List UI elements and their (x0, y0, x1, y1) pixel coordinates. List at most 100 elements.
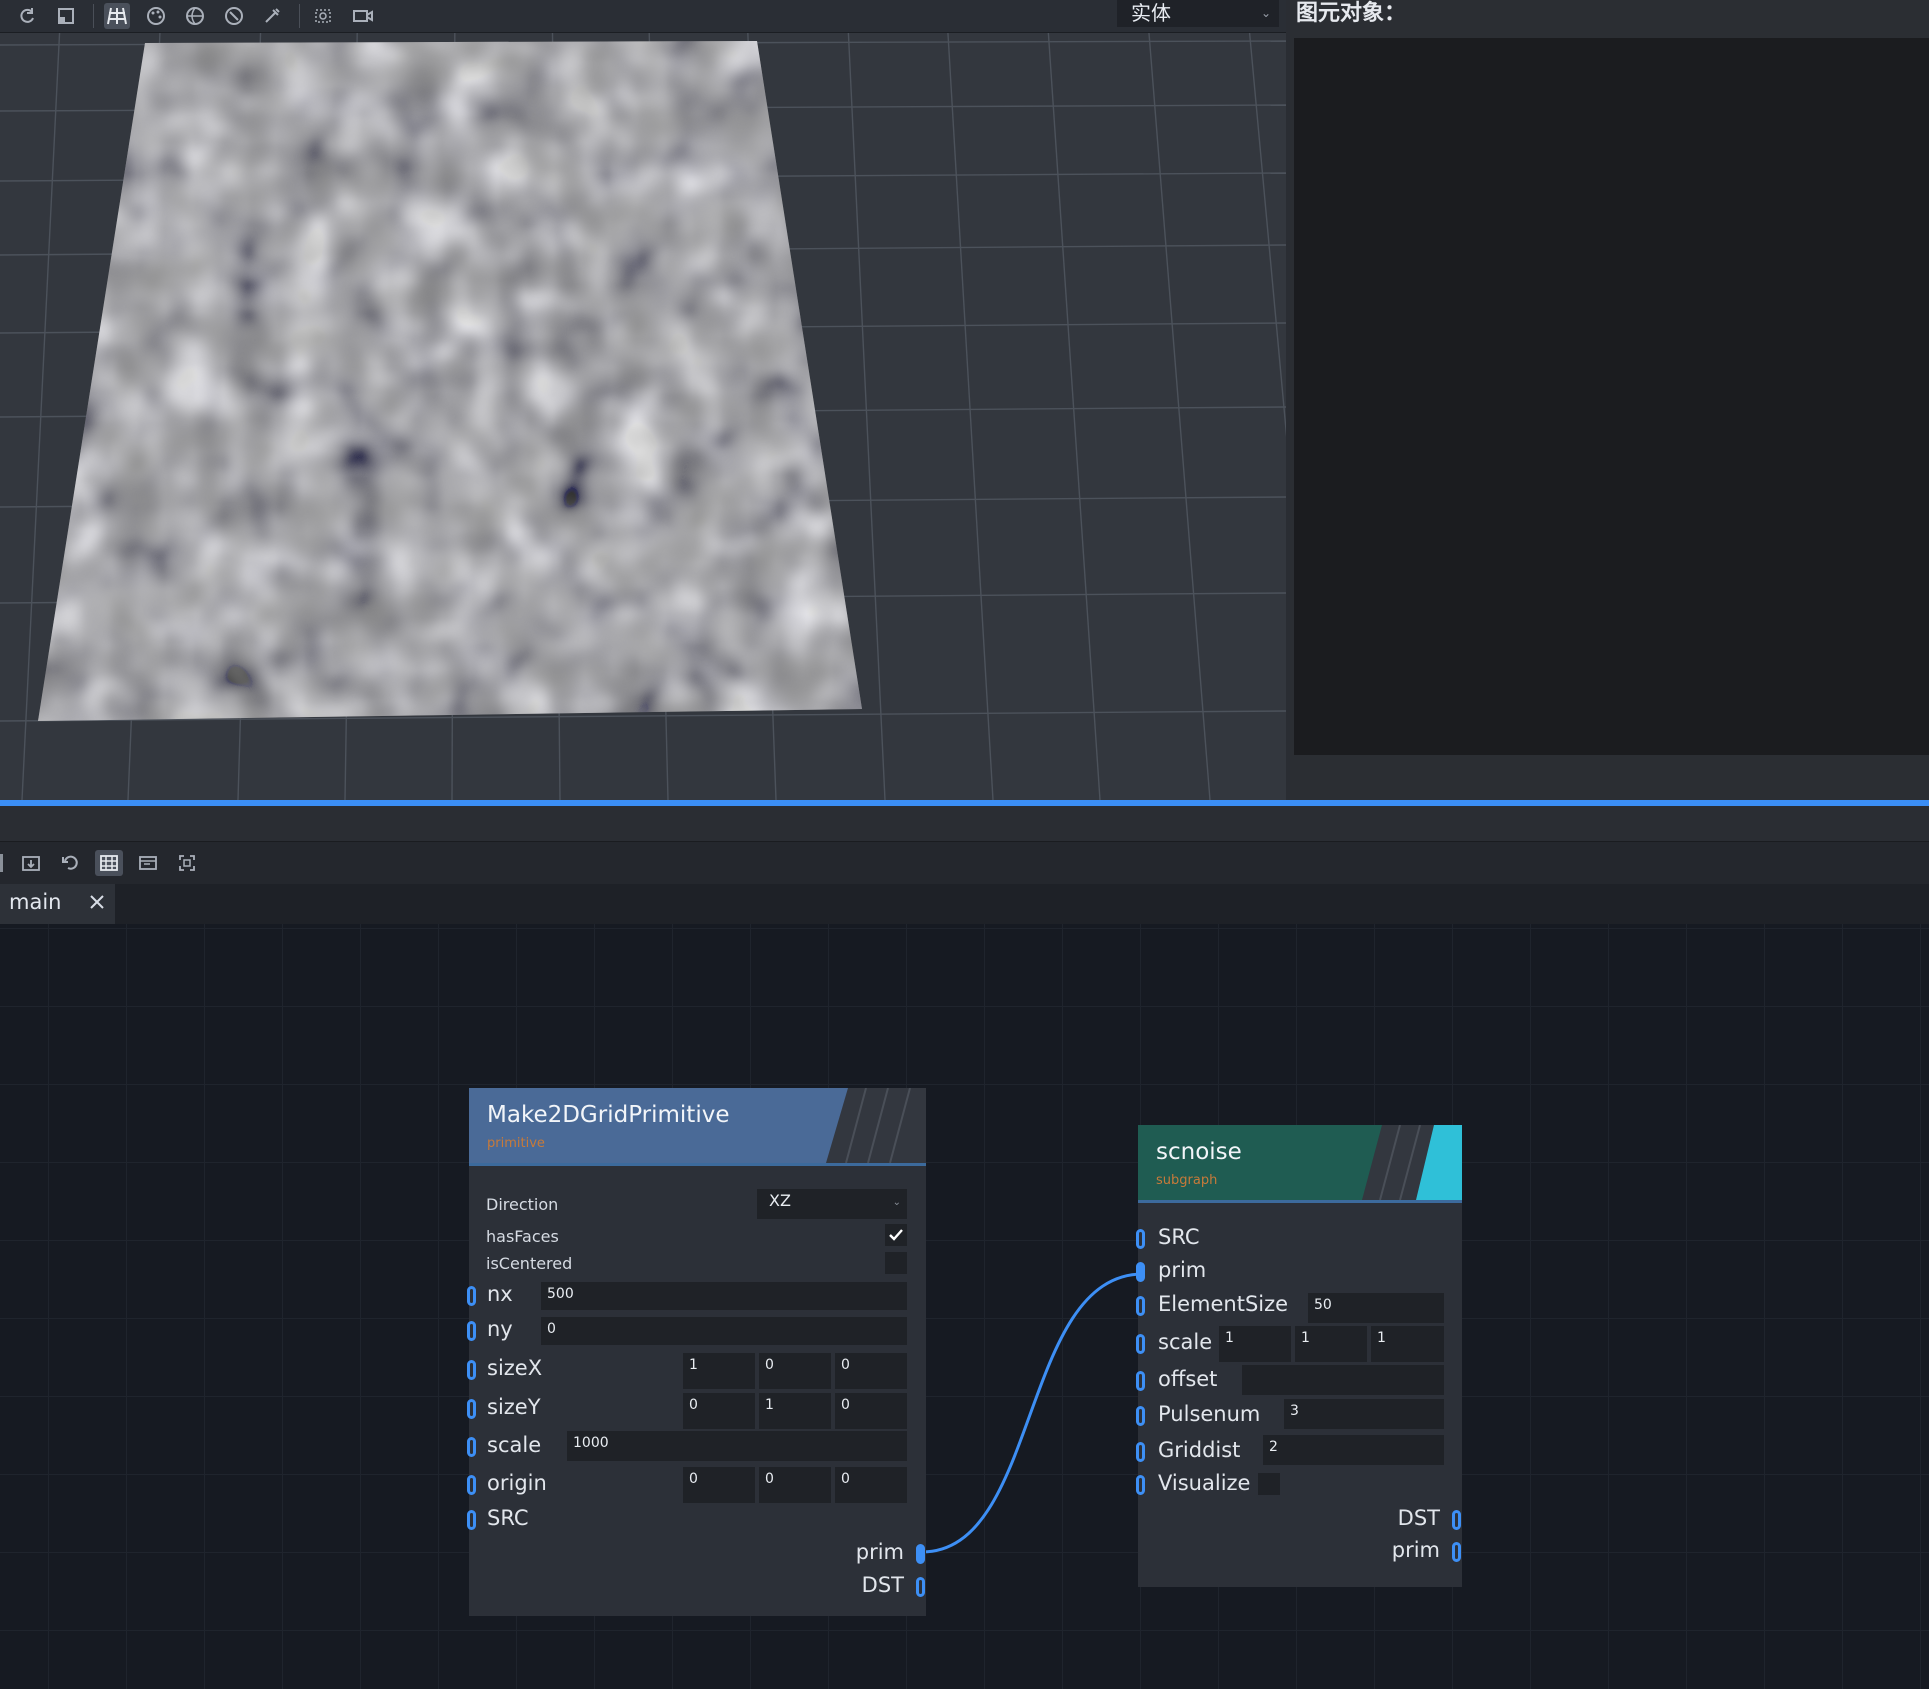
refresh-icon[interactable] (14, 3, 40, 29)
undo-icon[interactable] (56, 850, 84, 876)
input-port-scale[interactable] (1136, 1334, 1145, 1354)
output-dst-label: DST (1397, 1506, 1440, 1530)
origin-label: origin (487, 1471, 547, 1495)
3d-viewport[interactable] (0, 33, 1286, 800)
grid-icon[interactable] (104, 3, 130, 29)
palette-icon[interactable] (143, 3, 169, 29)
toolbar-separator (93, 4, 94, 28)
lighting-icon[interactable] (221, 3, 247, 29)
sizex-z-input[interactable]: 0 (835, 1353, 907, 1389)
sizex-y-input[interactable]: 0 (759, 1353, 831, 1389)
header-stripes (826, 1088, 926, 1163)
input-port-prim[interactable] (1136, 1262, 1145, 1282)
node-title: Make2DGridPrimitive (487, 1102, 730, 1128)
input-port-origin[interactable] (467, 1475, 476, 1495)
input-port-scale[interactable] (467, 1437, 476, 1457)
node-scnoise[interactable]: scnoise subgraph SRC prim ElementSize 50… (1136, 1125, 1462, 1587)
src-label: SRC (1158, 1225, 1200, 1249)
camera-icon[interactable] (350, 3, 376, 29)
input-port-visualize[interactable] (1136, 1475, 1145, 1495)
elementsize-input[interactable]: 50 (1308, 1293, 1444, 1323)
pulsenum-input[interactable]: 3 (1284, 1399, 1444, 1429)
input-port-nx[interactable] (467, 1286, 476, 1306)
output-port-prim[interactable] (1452, 1542, 1461, 1562)
grid-view-icon[interactable] (95, 850, 123, 876)
input-port-offset[interactable] (1136, 1371, 1145, 1391)
sizex-label: sizeX (487, 1356, 543, 1380)
object-list[interactable] (1294, 38, 1929, 755)
sizey-z-input[interactable]: 0 (835, 1393, 907, 1429)
scale-input[interactable]: 1000 (567, 1431, 907, 1461)
output-port-prim[interactable] (916, 1544, 925, 1564)
close-icon[interactable] (86, 889, 108, 915)
screenshot-icon[interactable] (310, 3, 336, 29)
scale-x-input[interactable]: 1 (1219, 1326, 1291, 1362)
sizey-label: sizeY (487, 1395, 541, 1419)
toolbar-separator (299, 4, 300, 28)
nx-input[interactable]: 500 (541, 1282, 907, 1310)
input-port-sizex[interactable] (467, 1360, 476, 1380)
output-prim-label: prim (1391, 1538, 1440, 1562)
check-icon (889, 1229, 903, 1241)
iscentered-checkbox[interactable] (885, 1252, 907, 1274)
input-port-sizey[interactable] (467, 1399, 476, 1419)
offset-label: offset (1158, 1367, 1218, 1391)
node-category: subgraph (1156, 1173, 1218, 1188)
node-header[interactable]: Make2DGridPrimitive primitive (469, 1088, 926, 1163)
chevron-down-icon: ⌄ (1260, 6, 1271, 20)
graph-tab-bar: main (0, 884, 1929, 924)
origin-x-input[interactable]: 0 (683, 1467, 755, 1503)
toolbar-edge-marker (0, 854, 3, 872)
header-underline (469, 1163, 926, 1166)
input-port-griddist[interactable] (1136, 1442, 1145, 1462)
brush-icon[interactable] (259, 3, 285, 29)
input-port-src[interactable] (1136, 1229, 1145, 1249)
ny-input[interactable]: 0 (541, 1317, 907, 1345)
input-port-ny[interactable] (467, 1321, 476, 1341)
visualize-checkbox[interactable] (1258, 1473, 1280, 1495)
origin-y-input[interactable]: 0 (759, 1467, 831, 1503)
hasfaces-label: hasFaces (486, 1227, 559, 1246)
direction-select[interactable]: XZ ⌄ (757, 1189, 907, 1219)
sphere-icon[interactable] (182, 3, 208, 29)
sizey-x-input[interactable]: 0 (683, 1393, 755, 1429)
object-panel-title: 图元对象： (1296, 1, 1407, 26)
import-icon[interactable] (17, 850, 45, 876)
scale-z-input[interactable]: 1 (1371, 1326, 1444, 1362)
output-port-dst[interactable] (1452, 1510, 1461, 1530)
panel-icon[interactable] (134, 850, 162, 876)
nx-label: nx (487, 1282, 513, 1306)
scale-y-input[interactable]: 1 (1295, 1326, 1367, 1362)
scale-label: scale (1158, 1330, 1213, 1354)
chevron-down-icon: ⌄ (892, 1197, 901, 1208)
sizey-y-input[interactable]: 1 (759, 1393, 831, 1429)
ny-label: ny (487, 1317, 513, 1341)
direction-label: Direction (486, 1195, 559, 1214)
viewport-scene (0, 33, 1286, 800)
input-port-pulsenum[interactable] (1136, 1406, 1145, 1426)
node-graph-canvas[interactable]: Make2DGridPrimitive primitive Direction … (0, 924, 1929, 1689)
display-mode-select[interactable]: 实体 ⌄ (1117, 0, 1279, 27)
viewport-toolbar: 实体 ⌄ (0, 0, 1286, 33)
node-make2dgridprimitive[interactable]: Make2DGridPrimitive primitive Direction … (467, 1088, 926, 1616)
tab-label: main (9, 890, 62, 914)
resize-icon[interactable] (53, 3, 79, 29)
hasfaces-checkbox[interactable] (885, 1224, 907, 1246)
direction-value: XZ (769, 1191, 791, 1210)
link-prim-to-prim (921, 1272, 1144, 1554)
output-prim-label: prim (855, 1540, 904, 1564)
node-category: primitive (487, 1136, 545, 1151)
input-port-elementsize[interactable] (1136, 1296, 1145, 1316)
scale-label: scale (487, 1433, 542, 1457)
griddist-input[interactable]: 2 (1263, 1435, 1444, 1465)
offset-input[interactable] (1242, 1365, 1444, 1395)
input-port-src[interactable] (467, 1510, 476, 1530)
output-port-dst[interactable] (916, 1577, 925, 1597)
pulsenum-label: Pulsenum (1158, 1402, 1261, 1426)
fit-view-icon[interactable] (173, 850, 201, 876)
visualize-label: Visualize (1158, 1471, 1251, 1495)
sizex-x-input[interactable]: 1 (683, 1353, 755, 1389)
origin-z-input[interactable]: 0 (835, 1467, 907, 1503)
tab-main[interactable]: main (0, 884, 115, 924)
node-header[interactable]: scnoise subgraph (1138, 1125, 1462, 1200)
